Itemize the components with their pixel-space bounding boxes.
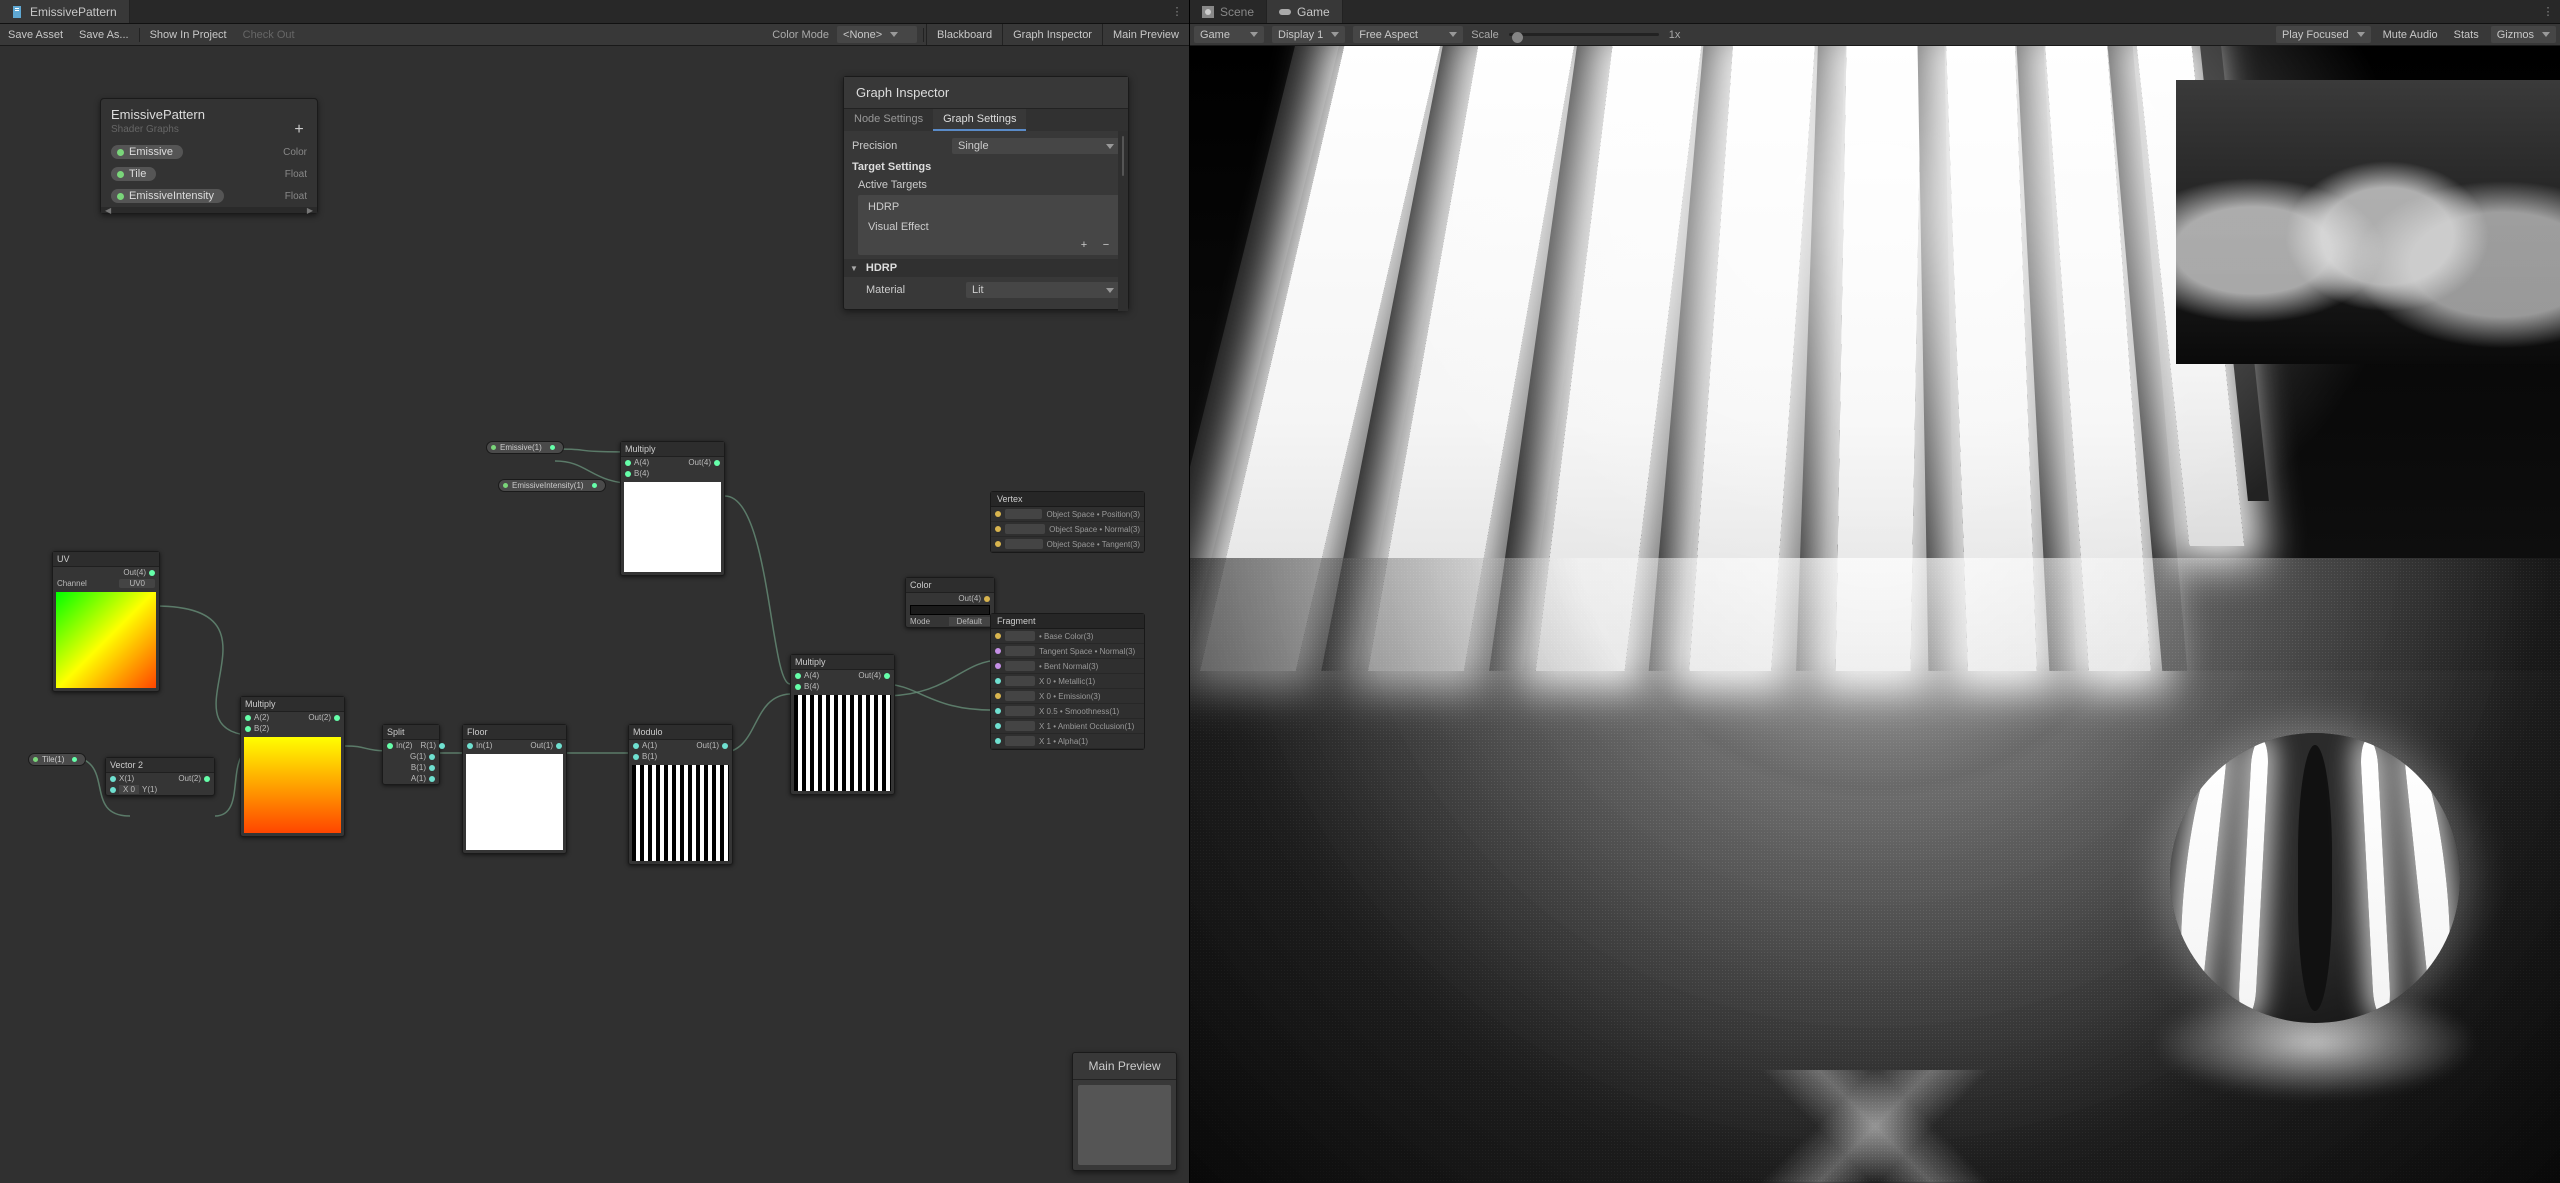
node-vector2[interactable]: Vector 2 X(1)Out(2) X 0Y(1) [105,757,215,796]
active-targets-list: HDRP Visual Effect + − [858,195,1120,255]
material-label: Material [866,284,966,296]
prop-type: Color [283,147,307,158]
blackboard-hscrollbar[interactable]: ◀ ▶ [101,207,317,213]
shader-graph-pane: EmissivePattern Save Asset Save As... Sh… [0,0,1190,1183]
target-add-button[interactable]: + [1076,239,1092,251]
gizmos-dropdown[interactable]: Gizmos [2491,26,2556,43]
color-mode-dd[interactable]: Default [949,617,990,626]
tab-game[interactable]: Game [1267,0,1343,23]
prop-type: Float [285,169,307,180]
prop-pill[interactable]: Emissive [111,145,183,159]
game-toolbar: Game Display 1 Free Aspect Scale 1x Play… [1190,24,2560,46]
blackboard-prop-tile[interactable]: Tile Float [101,163,317,185]
tab-label: EmissivePattern [30,5,117,19]
save-as-button[interactable]: Save As... [71,24,137,45]
target-remove-button[interactable]: − [1098,239,1114,251]
node-multiply-final[interactable]: Multiply A(4)Out(4) B(4) [790,654,895,795]
save-asset-button[interactable]: Save Asset [0,24,71,45]
graph-inspector-title: Graph Inspector [844,77,1128,109]
aspect-dropdown[interactable]: Free Aspect [1353,26,1463,43]
precision-label: Precision [852,140,952,152]
blackboard-toggle[interactable]: Blackboard [926,24,1002,45]
sky-reflection [2176,80,2560,364]
color-swatch[interactable] [910,605,990,615]
main-preview-title: Main Preview [1073,1053,1176,1080]
main-preview-toggle[interactable]: Main Preview [1102,24,1189,45]
target-visualeffect[interactable]: Visual Effect [858,217,1120,237]
left-tab-menu-icon[interactable] [1165,0,1189,23]
scene-icon [1202,6,1214,18]
prop-pill[interactable]: Tile [111,167,156,181]
blackboard-prop-emissiveintensity[interactable]: EmissiveIntensity Float [101,185,317,207]
node-property-emissiveintensity[interactable]: EmissiveIntensity(1) [498,479,606,492]
material-dropdown[interactable]: Lit [966,282,1120,298]
check-out-button[interactable]: Check Out [235,24,303,45]
game-mode-dropdown[interactable]: Game [1194,26,1264,43]
color-mode-label: Color Mode [768,29,833,41]
blackboard-add-button[interactable]: + [291,121,307,137]
mute-audio-toggle[interactable]: Mute Audio [2375,24,2446,45]
node-property-emissive[interactable]: Emissive(1) [486,441,564,454]
node-split[interactable]: Split In(2)R(1) G(1) B(1) A(1) [382,724,440,785]
tab-scene[interactable]: Scene [1190,0,1267,23]
blackboard-panel[interactable]: EmissivePattern Shader Graphs + Emissive… [100,98,318,214]
shadergraph-toolbar: Save Asset Save As... Show In Project Ch… [0,24,1189,46]
scroll-right-icon[interactable]: ▶ [307,206,313,215]
node-property-tile[interactable]: Tile(1) [28,753,86,766]
color-mode-dropdown[interactable]: <None> [837,26,917,43]
node-vertex-stack[interactable]: Vertex Object Space • Position(3) Object… [990,491,1145,553]
active-targets-label: Active Targets [858,179,927,191]
right-tab-menu-icon[interactable] [2536,0,2560,23]
node-fragment-stack[interactable]: Fragment • Base Color(3) Tangent Space •… [990,613,1145,750]
display-dropdown[interactable]: Display 1 [1272,26,1345,43]
node-modulo[interactable]: Modulo A(1)Out(1) B(1) [628,724,733,865]
prop-pill[interactable]: EmissiveIntensity [111,189,224,203]
uv-channel-dropdown[interactable]: UV0 [119,579,155,588]
prop-type: Float [285,191,307,202]
game-pane: Scene Game Game Display 1 Free Aspect Sc… [1190,0,2560,1183]
node-multiply-uv[interactable]: Multiply A(2)Out(2) B(2) [240,696,345,837]
tab-graph-settings[interactable]: Graph Settings [933,109,1026,131]
node-floor[interactable]: Floor In(1)Out(1) [462,724,567,854]
target-hdrp[interactable]: HDRP [858,197,1120,217]
left-tab-bar: EmissivePattern [0,0,1189,24]
blackboard-subtitle: Shader Graphs [101,124,317,141]
tab-emissivepattern[interactable]: EmissivePattern [0,0,130,23]
blackboard-prop-emissive[interactable]: Emissive Color [101,141,317,163]
node-uv[interactable]: UV Out(4) ChannelUV0 [52,551,160,692]
scale-value: 1x [1665,29,1685,41]
hdrp-section-header[interactable]: HDRP [844,259,1128,277]
show-in-project-button[interactable]: Show In Project [142,24,235,45]
game-icon [1279,6,1291,18]
graph-inspector-toggle[interactable]: Graph Inspector [1002,24,1102,45]
main-preview-panel[interactable]: Main Preview [1072,1052,1177,1171]
graph-inspector-panel[interactable]: Graph Inspector Node Settings Graph Sett… [843,76,1129,310]
node-color[interactable]: Color Out(4) ModeDefault [905,577,995,628]
scale-slider[interactable] [1509,28,1659,42]
scroll-left-icon[interactable]: ◀ [105,206,111,215]
shadergraph-file-icon [12,6,24,18]
node-multiply-emissive[interactable]: Multiply A(4)Out(4) B(4) [620,441,725,576]
precision-dropdown[interactable]: Single [952,138,1120,154]
right-tab-bar: Scene Game [1190,0,2560,24]
graph-canvas[interactable]: EmissivePattern Shader Graphs + Emissive… [0,46,1189,1183]
game-viewport[interactable] [1190,46,2560,1183]
emissive-sphere [2170,733,2460,1023]
play-focused-dropdown[interactable]: Play Focused [2276,26,2371,43]
inspector-scrollbar[interactable] [1118,131,1128,311]
main-preview-viewport[interactable] [1078,1085,1171,1165]
stats-toggle[interactable]: Stats [2446,24,2487,45]
scale-label: Scale [1467,29,1503,41]
target-settings-label: Target Settings [852,157,1120,177]
blackboard-title: EmissivePattern [101,99,317,124]
tab-node-settings[interactable]: Node Settings [844,109,933,131]
